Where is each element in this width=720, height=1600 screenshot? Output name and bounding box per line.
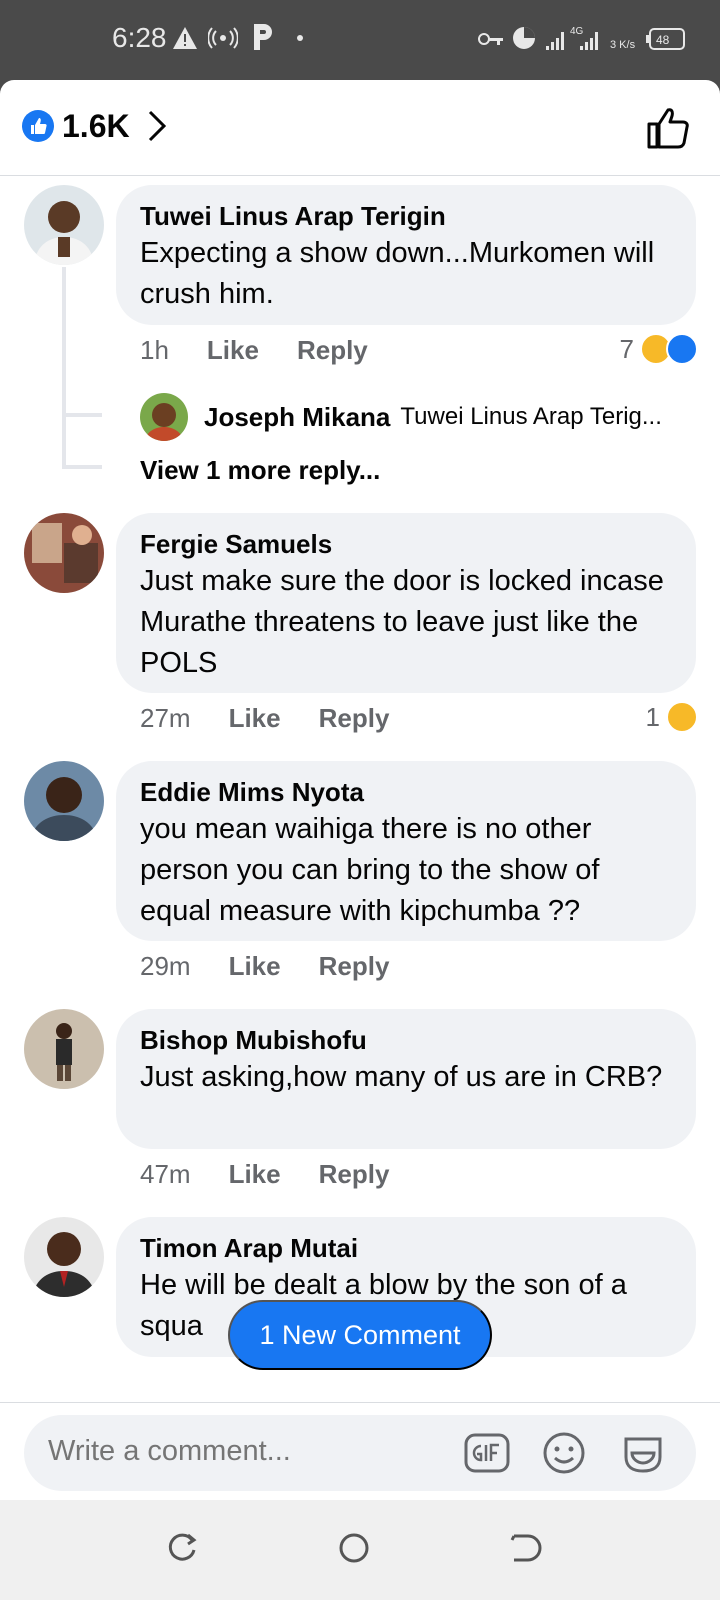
- avatar[interactable]: [24, 513, 104, 593]
- parking-icon: [254, 24, 272, 50]
- warning-icon: [173, 27, 197, 49]
- comment-text: Just make sure the door is locked incase…: [140, 565, 664, 679]
- comment-time: 29m: [140, 951, 191, 981]
- comment-bubble[interactable]: Eddie Mims Nyota you mean waihiga there …: [116, 761, 696, 941]
- emoji-icon[interactable]: [542, 1431, 586, 1475]
- comment-text: Expecting a show down...Murkomen will cr…: [140, 237, 655, 310]
- comment-text: Just asking,how many of us are in CRB?: [140, 1061, 663, 1093]
- commenter-name[interactable]: Timon Arap Mutai: [140, 1231, 672, 1265]
- reaction-summary[interactable]: 1: [646, 701, 698, 733]
- reply-preview[interactable]: Joseph Mikana Tuwei Linus Arap Terig...: [140, 393, 662, 441]
- comment-bubble[interactable]: Fergie Samuels Just make sure the door i…: [116, 513, 696, 693]
- reactions-header[interactable]: 1.6K: [0, 80, 720, 176]
- comment-time: 47m: [140, 1159, 191, 1189]
- system-nav-bar: [0, 1500, 720, 1600]
- like-link[interactable]: Like: [229, 1159, 281, 1189]
- comment-actions: 27m Like Reply: [140, 703, 427, 734]
- recents-button-icon[interactable]: [166, 1532, 198, 1564]
- comment-actions: 29m Like Reply: [140, 951, 427, 982]
- comment-text: you mean waihiga there is no other perso…: [140, 813, 600, 927]
- comment-actions: 47m Like Reply: [140, 1159, 427, 1190]
- reply-link[interactable]: Reply: [319, 1159, 390, 1189]
- new-comment-pill[interactable]: 1 New Comment: [228, 1300, 492, 1370]
- signal-icon: 4G: [546, 26, 598, 50]
- reply-link[interactable]: Reply: [297, 335, 368, 365]
- comment-time: 1h: [140, 335, 169, 365]
- avatar[interactable]: [24, 1217, 104, 1297]
- speed-indicator: 3 K/s: [610, 39, 636, 51]
- like-reaction-icon: [666, 333, 698, 365]
- chevron-right-icon[interactable]: [146, 108, 168, 144]
- hotspot-icon: [208, 27, 238, 49]
- reply-snippet: Tuwei Linus Arap Terig...: [400, 403, 662, 430]
- network-speed: 3 K/s: [610, 39, 636, 51]
- key-icon: [478, 33, 503, 45]
- gif-icon[interactable]: [464, 1431, 510, 1475]
- like-link[interactable]: Like: [207, 335, 259, 365]
- reply-author[interactable]: Joseph Mikana: [204, 402, 390, 433]
- like-link[interactable]: Like: [229, 951, 281, 981]
- comment-bubble[interactable]: Bishop Mubishofu Just asking,how many of…: [116, 1009, 696, 1149]
- thread-line: [62, 267, 66, 467]
- like-link[interactable]: Like: [229, 703, 281, 733]
- avatar[interactable]: [24, 761, 104, 841]
- comment-bubble[interactable]: Tuwei Linus Arap Terigin Expecting a sho…: [116, 185, 696, 325]
- like-reaction-icon: [22, 110, 54, 142]
- avatar[interactable]: [140, 393, 188, 441]
- reaction-summary[interactable]: 7: [620, 333, 698, 365]
- commenter-name[interactable]: Tuwei Linus Arap Terigin: [140, 199, 672, 233]
- reaction-count: 7: [619, 333, 634, 364]
- sticker-icon[interactable]: [620, 1431, 666, 1475]
- commenter-name[interactable]: Fergie Samuels: [140, 527, 672, 561]
- commenter-name[interactable]: Eddie Mims Nyota: [140, 775, 672, 809]
- like-count: 1.6K: [62, 108, 130, 144]
- status-bar: 6:28 4G 3 K/s 48: [0, 0, 720, 80]
- comment-actions: 1h Like Reply: [140, 335, 406, 366]
- comment-list: Tuwei Linus Arap Terigin Expecting a sho…: [0, 177, 720, 1477]
- commenter-name[interactable]: Bishop Mubishofu: [140, 1023, 672, 1057]
- status-time: 6:28: [112, 22, 167, 53]
- comment-input[interactable]: [48, 1435, 448, 1468]
- comment-time: 27m: [140, 703, 191, 733]
- composer-field[interactable]: [24, 1415, 696, 1491]
- reply-link[interactable]: Reply: [319, 951, 390, 981]
- home-button-icon[interactable]: [338, 1532, 370, 1564]
- view-more-replies[interactable]: View 1 more reply...: [140, 455, 380, 486]
- reaction-count: 1: [645, 701, 660, 732]
- dot-icon: [297, 35, 303, 41]
- comment-composer: [0, 1402, 720, 1500]
- back-button-icon[interactable]: [508, 1532, 542, 1564]
- battery-level: 48: [656, 33, 670, 47]
- avatar[interactable]: [24, 1009, 104, 1089]
- thread-branch: [62, 465, 102, 469]
- avatar[interactable]: [24, 185, 104, 265]
- comments-sheet: 1.6K Tuwei Linus Arap Terigin Expecting …: [0, 80, 720, 1500]
- network-type: 4G: [570, 26, 584, 37]
- thread-branch: [62, 413, 102, 417]
- haha-reaction-icon: [666, 701, 698, 733]
- reply-link[interactable]: Reply: [319, 703, 390, 733]
- battery-icon: 48: [646, 28, 685, 50]
- like-button-icon[interactable]: [646, 106, 690, 150]
- data-saver-icon: [513, 27, 535, 49]
